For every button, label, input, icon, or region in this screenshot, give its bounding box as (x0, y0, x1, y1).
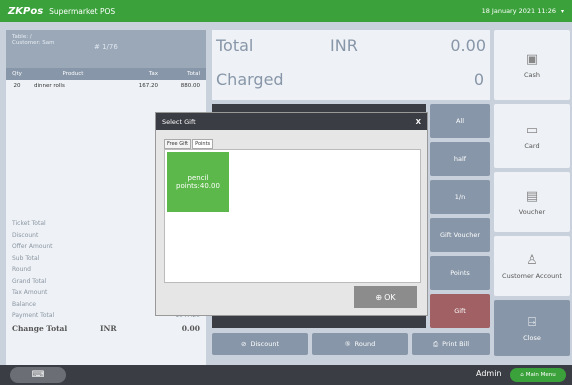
item-tax: 167.20 (138, 83, 158, 89)
cash-icon: ▣ (525, 51, 539, 67)
voucher-button[interactable]: ▤ Voucher (494, 172, 570, 232)
user-icon: ♙ (526, 252, 538, 268)
item-total: 880.00 (180, 83, 200, 89)
total-label: Sub Total (12, 254, 40, 262)
select-gift-dialog: Select Gift X Free Gift Points pencil po… (155, 112, 428, 316)
dialog-header: Select Gift X (156, 113, 427, 130)
ok-label: OK (384, 292, 396, 302)
total-label: Discount (12, 231, 39, 239)
exit-icon: ⍈ (528, 314, 536, 330)
round-icon: ⑤ (344, 340, 351, 348)
total-label: Total (216, 36, 254, 55)
ticket-columns: Qty Product Tax Total (6, 68, 206, 80)
all-button[interactable]: All (430, 104, 490, 138)
total-value: 0.00 (450, 36, 486, 55)
app-logo: ZKPos (8, 5, 44, 17)
gift-tabs: Free Gift Points (164, 139, 214, 149)
close-label: Close (523, 333, 541, 342)
voucher-icon: ▤ (525, 188, 539, 204)
gift-voucher-button[interactable]: Gift Voucher (430, 218, 490, 252)
table-row[interactable]: 20 dinner rolls 167.20 880.00 (6, 80, 206, 92)
main-menu-label: Main Menu (525, 372, 556, 378)
tab-free-gift[interactable]: Free Gift (164, 139, 192, 149)
charged-label: Charged (216, 70, 284, 89)
total-label: Ticket Total (12, 220, 46, 228)
col-total: Total (187, 71, 200, 77)
total-label: Tax Amount (12, 289, 48, 297)
total-label: Offer Amount (12, 243, 53, 251)
gift-list: pencil points:40.00 (164, 149, 421, 283)
round-button[interactable]: ⑤ Round (312, 333, 408, 355)
discount-icon: ⊘ (241, 340, 247, 348)
customer-account-label: Customer Account (502, 271, 562, 280)
gift-button[interactable]: Gift (430, 294, 490, 328)
currency-label: INR (330, 36, 358, 55)
item-product: dinner rolls (34, 83, 65, 89)
gift-points: points:40.00 (176, 182, 220, 190)
cash-label: Cash (523, 70, 541, 79)
discount-label: Discount (250, 340, 279, 348)
tab-points[interactable]: Points (192, 139, 214, 149)
chevron-down-icon[interactable]: ▾ (561, 8, 564, 15)
half-button[interactable]: half (430, 142, 490, 176)
discount-button[interactable]: ⊘ Discount (212, 333, 308, 355)
change-total-row: Change Total INR 0.00 (6, 322, 206, 336)
one-n-button[interactable]: 1/n (430, 180, 490, 214)
cash-button[interactable]: ▣ Cash (494, 30, 570, 100)
points-button[interactable]: Points (430, 256, 490, 290)
col-product: Product (62, 71, 84, 77)
change-label: Change Total (12, 324, 68, 333)
user-name: Admin (476, 369, 502, 378)
gift-item[interactable]: pencil points:40.00 (167, 152, 229, 212)
col-qty: Qty (12, 71, 22, 77)
card-icon: ▭ (525, 122, 539, 138)
home-icon: ⌂ (520, 372, 524, 378)
datetime: 18 January 2021 11:26 (481, 7, 556, 15)
col-tax: Tax (148, 71, 158, 77)
print-bill-label: Print Bill (442, 340, 470, 348)
ticket-page: # 1/76 (94, 43, 118, 51)
voucher-label: Voucher (518, 207, 546, 216)
card-label: Card (524, 141, 540, 150)
charged-value: 0 (473, 70, 484, 89)
ok-button[interactable]: ⊕ OK (354, 286, 417, 308)
enter-icon: ⊕ (375, 292, 383, 302)
payment-summary: Total INR 0.00 Charged 0 (212, 30, 490, 100)
total-label: Round (12, 266, 31, 274)
main-menu-button[interactable]: ⌂ Main Menu (510, 368, 566, 382)
change-value: 0.00 (181, 324, 200, 333)
close-icon[interactable]: X (416, 118, 421, 126)
gift-name: pencil (187, 173, 209, 182)
card-button[interactable]: ▭ Card (494, 104, 570, 168)
customer-account-button[interactable]: ♙ Customer Account (494, 236, 570, 296)
print-bill-button[interactable]: ⎙ Print Bill (412, 333, 490, 355)
item-qty: 20 (13, 83, 21, 89)
round-label: Round (354, 340, 376, 348)
title-bar: ZKPos Supermarket POS 18 January 2021 11… (0, 0, 572, 22)
dialog-title: Select Gift (162, 117, 196, 126)
change-currency: INR (100, 324, 117, 333)
total-label: Balance (12, 300, 36, 308)
printer-icon: ⎙ (432, 339, 439, 348)
total-label: Payment Total (12, 312, 55, 320)
ticket-header: Table: / Customer: Sam # 1/76 (6, 30, 206, 68)
close-button[interactable]: ⍈ Close (494, 300, 570, 356)
keyboard-icon[interactable]: ⌨ (10, 367, 66, 383)
total-label: Grand Total (12, 277, 47, 285)
bottom-bar: ⌨ Admin ⌂ Main Menu (0, 365, 572, 385)
app-title: Supermarket POS (49, 6, 116, 16)
